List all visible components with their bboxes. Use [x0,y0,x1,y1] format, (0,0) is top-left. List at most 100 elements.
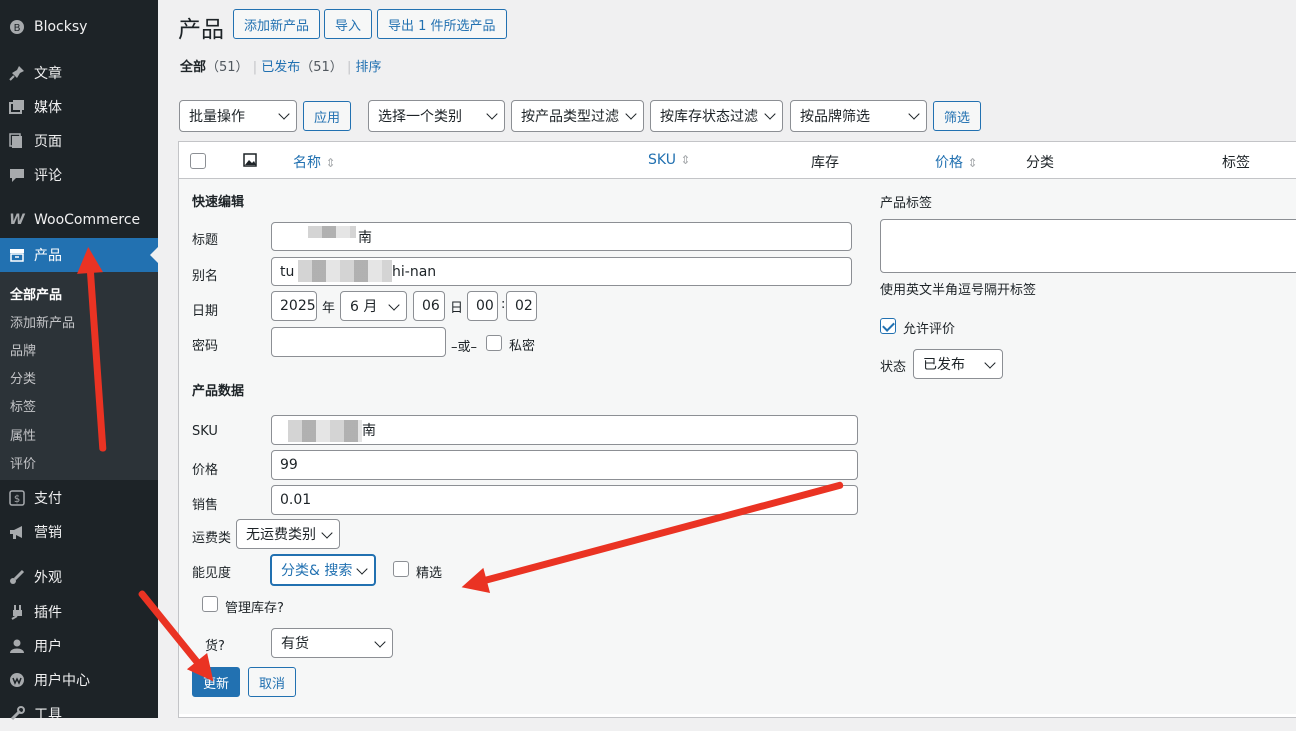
submenu-reviews[interactable]: 评价 [10,453,36,472]
site-brand[interactable]: B Blocksy [0,10,158,44]
menu-pages-label: 页面 [34,134,62,150]
month-select[interactable]: 6 月 [340,291,407,321]
submenu-brands[interactable]: 品牌 [10,340,36,359]
products-submenu: 全部产品 添加新产品 品牌 分类 标签 属性 评价 [0,272,158,480]
sku-value: 南 [362,423,376,439]
redacted-blur [308,226,356,238]
menu-plugins[interactable]: 插件 [0,595,158,629]
stock-status-filter-select[interactable]: 按库存状态过滤 [650,100,783,132]
category-filter-select[interactable]: 选择一个类别 [368,100,505,132]
add-new-product-button[interactable]: 添加新产品 [233,9,321,39]
stock-status-select[interactable]: 有货 [271,628,393,658]
sku-input[interactable]: 南 [271,415,858,445]
column-categories: 分类 [1026,155,1054,171]
price-input[interactable]: 99 [271,450,858,480]
product-tags-textarea[interactable] [880,219,1296,273]
submenu-tags[interactable]: 标签 [10,396,36,415]
menu-comments[interactable]: 评论 [0,158,158,192]
column-sku-label: SKU [648,152,676,168]
bulk-action-select[interactable]: 批量操作 [179,100,297,132]
hour-input[interactable]: 00 [467,291,498,321]
column-tags: 标签 [1222,155,1250,171]
menu-appearance[interactable]: 外观 [0,560,158,594]
password-input[interactable] [271,327,446,357]
tags-hint: 使用英文半角逗号隔开标签 [880,283,1037,298]
menu-users-label: 用户 [34,639,62,655]
menu-users[interactable]: 用户 [0,629,158,663]
menu-plugins-label: 插件 [34,605,62,621]
select-all-checkbox[interactable] [190,153,206,169]
brand-filter-select[interactable]: 按品牌筛选 [790,100,927,132]
submenu-categories[interactable]: 分类 [10,368,36,387]
products-table: 名称 ⇕ SKU ⇕ 库存 价格 ⇕ 分类 标签 快速编辑 标题 南 别名 tu… [178,141,1296,718]
price-label: 价格 [192,463,219,478]
menu-payments[interactable]: $ 支付 [0,481,158,515]
title-input[interactable]: 南 [271,222,852,251]
bulk-action-value: 批量操作 [189,109,245,125]
slug-label: 别名 [192,269,219,284]
featured-checkbox[interactable] [393,561,409,577]
menu-products-label: 产品 [34,248,62,264]
svg-text:B: B [14,23,21,34]
product-data-heading: 产品数据 [192,384,245,399]
menu-pages[interactable]: 页面 [0,124,158,158]
menu-user-center[interactable]: 用户中心 [0,663,158,697]
status-value: 已发布 [923,357,965,373]
brand-filter-value: 按品牌筛选 [800,109,870,125]
minute-input[interactable]: 02 [506,291,537,321]
title-value: 南 [358,229,372,246]
visibility-value: 分类& 搜索 [281,563,353,579]
menu-posts[interactable]: 文章 [0,56,158,90]
view-all[interactable]: 全部 [180,60,206,75]
slug-input[interactable]: tu hi-nan [271,257,852,286]
menu-payments-label: 支付 [34,491,62,507]
day-input[interactable]: 06 [413,291,445,321]
year-input[interactable]: 2025 [271,291,317,321]
import-button[interactable]: 导入 [324,9,373,39]
sort-icon: ⇕ [680,153,691,167]
admin-sidebar: B Blocksy 文章 媒体 页面 评论 W WooCommerce 产品 全… [0,0,158,723]
chevron-down-icon [764,108,776,120]
menu-tools[interactable]: 工具 [0,697,158,731]
private-checkbox[interactable] [486,335,502,351]
menu-woocommerce[interactable]: W WooCommerce [0,203,158,237]
title-label: 标题 [192,233,219,248]
stock-status-filter-value: 按库存状态过滤 [660,109,758,125]
main-content: 产品 添加新产品 导入 导出 1 件所选产品 全部（51） | 已发布（51） … [158,0,1296,718]
quick-edit-panel: 快速编辑 标题 南 别名 tu hi-nan 日期 2025 年 6 月 06 … [179,179,1296,714]
featured-label: 精选 [416,566,443,581]
view-published[interactable]: 已发布 [261,60,300,75]
submenu-all-products[interactable]: 全部产品 [10,284,62,303]
view-separator: | [252,60,258,75]
private-label: 私密 [509,339,536,354]
view-all-count: （51） [206,60,249,75]
status-select[interactable]: 已发布 [913,349,1003,379]
view-separator: | [346,60,352,75]
password-label: 密码 [192,339,219,354]
export-button[interactable]: 导出 1 件所选产品 [377,9,507,39]
chevron-down-icon [321,527,333,539]
view-filters: 全部（51） | 已发布（51） | 排序 [180,56,381,75]
column-name[interactable]: 名称 ⇕ [293,152,336,172]
view-sort[interactable]: 排序 [355,60,381,75]
column-sku[interactable]: SKU ⇕ [648,152,690,168]
manage-stock-checkbox[interactable] [202,596,218,612]
submenu-add-new[interactable]: 添加新产品 [10,312,75,331]
allow-comments-checkbox[interactable] [880,318,896,334]
menu-media[interactable]: 媒体 [0,90,158,124]
product-type-filter-select[interactable]: 按产品类型过滤 [511,100,644,132]
menu-marketing[interactable]: 营销 [0,515,158,549]
column-price[interactable]: 价格 ⇕ [935,152,978,172]
woocommerce-icon: W [9,212,25,228]
cancel-button[interactable]: 取消 [248,667,296,697]
user-icon [8,637,26,655]
brand-label: Blocksy [34,19,88,35]
date-label: 日期 [192,304,219,319]
filter-button[interactable]: 筛选 [933,101,982,131]
submenu-attributes[interactable]: 属性 [10,425,36,444]
user-center-icon [8,671,26,689]
visibility-select[interactable]: 分类& 搜索 [270,554,376,586]
time-separator: : [501,297,506,312]
shipping-class-select[interactable]: 无运费类别 [236,519,340,549]
apply-button[interactable]: 应用 [303,101,352,131]
